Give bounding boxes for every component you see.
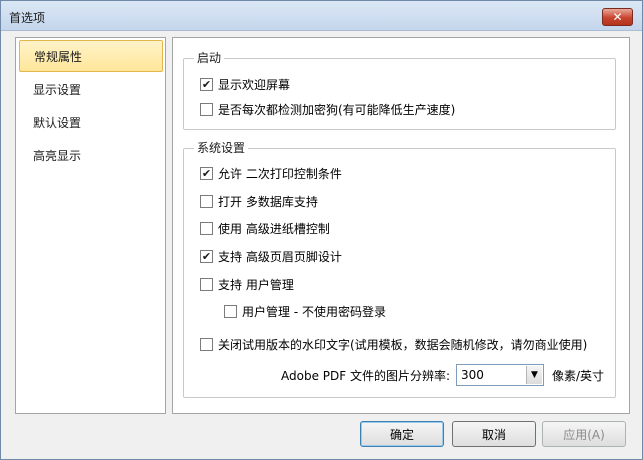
checkbox-unchecked[interactable] — [224, 304, 237, 318]
option-label: 打开 多数据库支持 — [218, 194, 318, 209]
pdf-resolution-unit: 像素/英寸 — [552, 368, 605, 383]
checkbox-checked-icon[interactable]: ✔ — [200, 249, 213, 263]
checkbox-checked-icon[interactable]: ✔ — [200, 77, 213, 91]
option-label: 使用 高级进纸槽控制 — [218, 221, 330, 236]
close-icon: ✕ — [612, 10, 623, 24]
system-legend: 系统设置 — [194, 141, 249, 155]
option-label: 支持 用户管理 — [218, 277, 294, 292]
cancel-button[interactable]: 取消 — [452, 421, 536, 447]
apply-button[interactable]: 应用(A) — [542, 421, 626, 447]
option-label: 用户管理 - 不使用密码登录 — [242, 304, 386, 319]
checkbox-unchecked[interactable] — [200, 194, 213, 208]
option-label: 允许 二次打印控制条件 — [218, 166, 342, 181]
pdf-resolution-value: 300 — [461, 368, 484, 382]
sidebar-item-general[interactable]: 常规属性 — [19, 40, 163, 72]
option-label: 关闭试用版本的水印文字(试用模板，数据会随机修改，请勿商业使用) — [218, 337, 588, 352]
option-label: 显示欢迎屏幕 — [218, 77, 291, 92]
startup-legend: 启动 — [194, 51, 225, 65]
title-bar[interactable]: 首选项 ✕ — [1, 1, 642, 31]
pdf-resolution-label: Adobe PDF 文件的图片分辨率: — [281, 368, 451, 383]
option-show-welcome[interactable]: ✔ 显示欢迎屏幕 — [200, 76, 290, 92]
sidebar-item-display[interactable]: 显示设置 — [19, 74, 163, 106]
option-close-watermark[interactable]: 关闭试用版本的水印文字(试用模板，数据会随机修改，请勿商业使用) — [200, 336, 587, 352]
category-list: 常规属性 显示设置 默认设置 高亮显示 — [15, 37, 166, 414]
settings-panel: 启动 ✔ 显示欢迎屏幕 是否每次都检测加密狗(有可能降低生产速度) 系统设置 ✔… — [172, 37, 630, 414]
close-button[interactable]: ✕ — [602, 8, 633, 26]
option-label: 支持 高级页眉页脚设计 — [218, 249, 342, 264]
checkbox-checked-icon[interactable]: ✔ — [200, 166, 213, 180]
ok-button[interactable]: 确定 — [360, 421, 444, 447]
checkbox-unchecked[interactable] — [200, 277, 213, 291]
sidebar-item-defaults[interactable]: 默认设置 — [19, 107, 163, 139]
option-multi-database[interactable]: 打开 多数据库支持 — [200, 193, 318, 209]
system-settings-group: 系统设置 ✔ 允许 二次打印控制条件 打开 多数据库支持 使用 高级进纸槽控制 … — [183, 141, 616, 398]
pdf-resolution-row: Adobe PDF 文件的图片分辨率: 300 ▼ 像素/英寸 — [281, 364, 604, 386]
option-user-management[interactable]: 支持 用户管理 — [200, 276, 294, 292]
sidebar-item-highlight[interactable]: 高亮显示 — [19, 140, 163, 172]
startup-group: 启动 ✔ 显示欢迎屏幕 是否每次都检测加密狗(有可能降低生产速度) — [183, 51, 616, 130]
option-label: 是否每次都检测加密狗(有可能降低生产速度) — [218, 102, 456, 117]
window-title: 首选项 — [9, 11, 46, 25]
checkbox-unchecked[interactable] — [200, 337, 213, 351]
option-check-dongle[interactable]: 是否每次都检测加密狗(有可能降低生产速度) — [200, 101, 455, 117]
chevron-down-icon[interactable]: ▼ — [526, 366, 543, 384]
option-header-footer[interactable]: ✔ 支持 高级页眉页脚设计 — [200, 248, 342, 264]
option-no-password-login[interactable]: 用户管理 - 不使用密码登录 — [224, 303, 386, 319]
checkbox-unchecked[interactable] — [200, 221, 213, 235]
checkbox-unchecked[interactable] — [200, 102, 213, 116]
preferences-window: 首选项 ✕ 常规属性 显示设置 默认设置 高亮显示 启动 ✔ 显示欢迎屏幕 是否… — [0, 0, 643, 460]
pdf-resolution-select[interactable]: 300 ▼ — [456, 364, 545, 386]
option-secondary-print[interactable]: ✔ 允许 二次打印控制条件 — [200, 165, 342, 181]
option-advanced-tray[interactable]: 使用 高级进纸槽控制 — [200, 220, 330, 236]
